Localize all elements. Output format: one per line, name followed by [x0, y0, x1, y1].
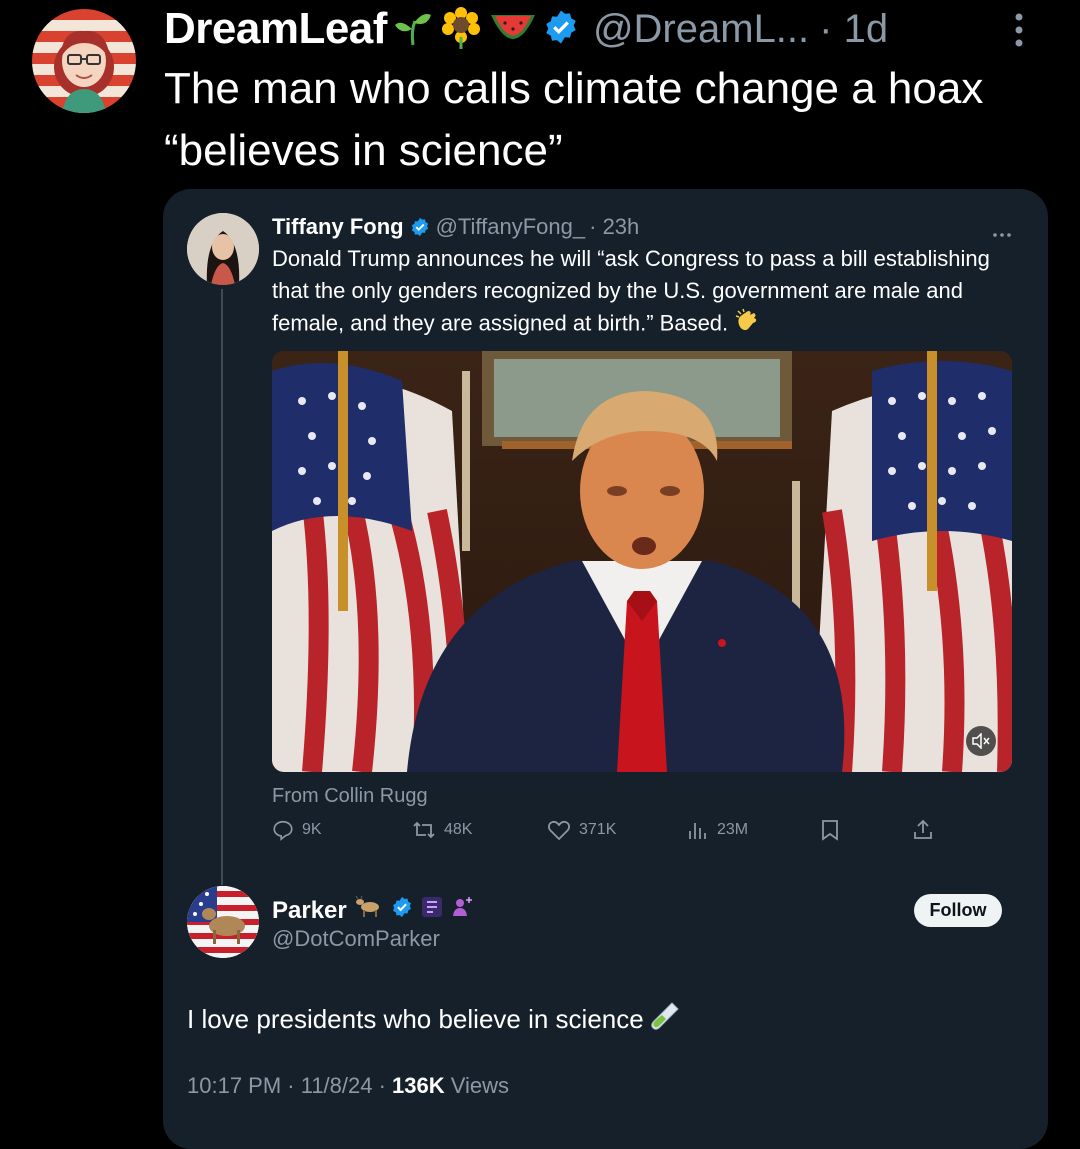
- share-icon: [914, 819, 932, 839]
- views-label: Views: [444, 1073, 510, 1098]
- tweet-metadata: 10:17 PM · 11/8/24 · 136K Views: [187, 1073, 509, 1099]
- tweet-text-line: “believes in science”: [164, 126, 563, 175]
- tweet-text: The man who calls climate change a hoax …: [164, 58, 1054, 182]
- like-count: 371K: [579, 821, 617, 838]
- test-tube-emoji: [650, 1001, 680, 1038]
- more-options-icon[interactable]: [1014, 12, 1024, 48]
- tweet-text-line: The man who calls climate change a hoax: [164, 64, 984, 113]
- media-attribution[interactable]: From Collin Rugg: [272, 785, 428, 808]
- repost-count: 48K: [444, 821, 473, 838]
- sparkle-badge-icon: [421, 896, 443, 925]
- reply-tweet-body: I love presidents who believe in science: [187, 1004, 644, 1034]
- tweet-time[interactable]: · 1d: [819, 7, 888, 52]
- sunflower-emoji: [439, 5, 483, 54]
- quoted-tweet-text: Donald Trump announces he will “ask Cong…: [272, 243, 1012, 342]
- follow-button[interactable]: Follow: [914, 894, 1002, 927]
- analytics-icon: [689, 823, 706, 839]
- author-header: DreamLeaf @DreamL... · 1d: [164, 4, 1044, 54]
- view-count: 23M: [717, 821, 749, 838]
- bookmark-button[interactable]: [820, 819, 840, 841]
- reply-author-handle[interactable]: @DotComParker: [272, 926, 440, 952]
- verified-badge-icon: [543, 9, 579, 50]
- verified-badge-icon: [410, 217, 430, 237]
- reply-icon: [273, 820, 293, 841]
- seedling-emoji: [393, 7, 433, 52]
- tweet-timestamp[interactable]: 10:17 PM · 11/8/24 ·: [187, 1073, 392, 1098]
- like-button[interactable]: 371K: [547, 819, 616, 841]
- verified-badge-icon: [391, 896, 413, 925]
- quoted-author-name[interactable]: Tiffany Fong: [272, 214, 404, 240]
- watermelon-emoji: [489, 7, 537, 52]
- reply-author-name[interactable]: Parker: [272, 897, 347, 925]
- reply-count: 9K: [302, 821, 322, 838]
- reply-tweet-text: I love presidents who believe in science: [187, 1001, 680, 1038]
- views-count: 136K: [392, 1073, 445, 1098]
- author-name[interactable]: DreamLeaf: [164, 4, 387, 54]
- heart-icon: [548, 820, 570, 841]
- share-button[interactable]: [912, 819, 934, 841]
- goat-emoji: [355, 895, 383, 925]
- action-bar: 9K 48K 371K 23M: [272, 819, 952, 849]
- video-thumbnail[interactable]: [272, 351, 1012, 772]
- more-options-icon[interactable]: [992, 225, 1012, 243]
- repost-icon: [413, 821, 435, 839]
- quoted-author-avatar[interactable]: [187, 213, 259, 285]
- author-avatar[interactable]: [32, 9, 136, 113]
- person-emoji: [451, 896, 473, 925]
- reply-button[interactable]: 9K: [272, 819, 322, 841]
- author-handle[interactable]: @DreamL...: [593, 7, 809, 52]
- views-button[interactable]: 23M: [687, 819, 748, 841]
- quote-card[interactable]: Tiffany Fong @TiffanyFong_ · 23h Donald …: [163, 189, 1048, 1149]
- quoted-header: Tiffany Fong @TiffanyFong_ · 23h: [272, 213, 639, 241]
- reply-author-avatar[interactable]: [187, 886, 259, 958]
- bookmark-icon: [822, 820, 838, 841]
- quoted-tweet-time[interactable]: · 23h: [589, 214, 639, 240]
- mute-icon[interactable]: [966, 726, 996, 756]
- reply-author-row: Parker: [272, 895, 473, 925]
- thread-line: [221, 289, 223, 885]
- clapping-hands-emoji: [734, 307, 760, 342]
- quoted-author-handle[interactable]: @TiffanyFong_: [436, 214, 586, 240]
- quoted-tweet-body: Donald Trump announces he will “ask Cong…: [272, 246, 990, 336]
- repost-button[interactable]: 48K: [412, 819, 472, 841]
